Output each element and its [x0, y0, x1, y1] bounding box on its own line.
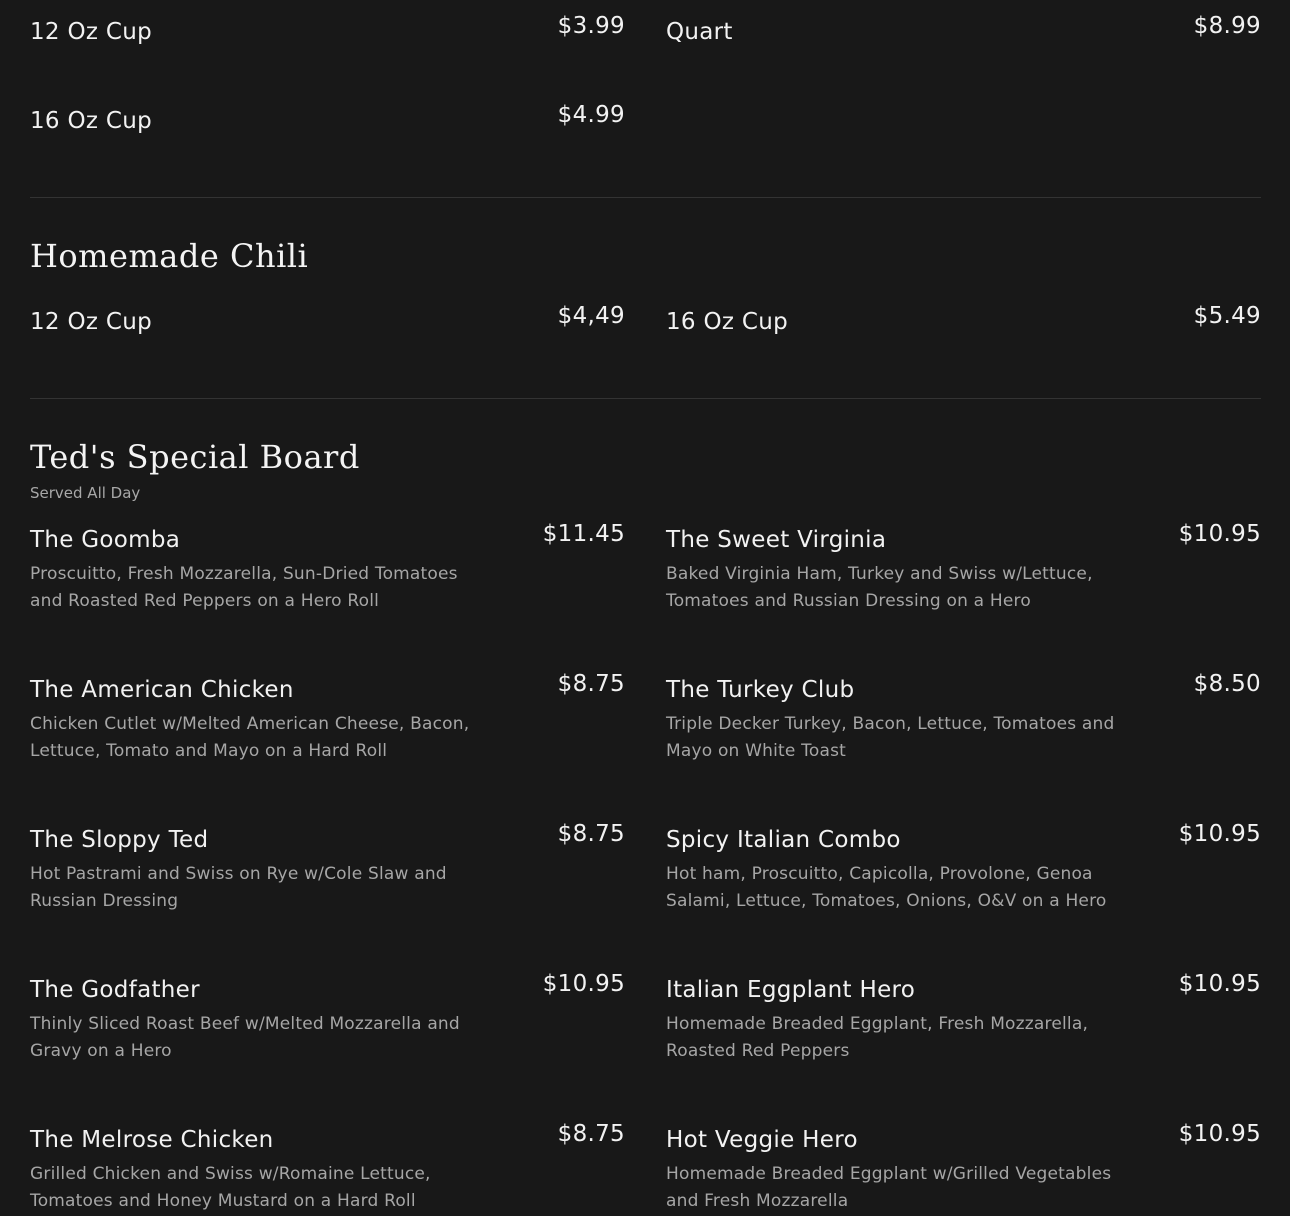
item-description: Grilled Chicken and Swiss w/Romaine Lett… [30, 1164, 431, 1211]
soup-items: 12 Oz Cup $3.99 Quart $8.99 16 Oz Cup $4… [30, 15, 1261, 133]
menu-item: The Godfather $10.95 Thinly Sliced Roast… [30, 973, 625, 1065]
menu-item: Hot Veggie Hero $10.95 Homemade Breaded … [666, 1123, 1261, 1215]
item-description: Triple Decker Turkey, Bacon, Lettuce, To… [666, 714, 1115, 761]
menu-item: 16 Oz Cup $4.99 [30, 104, 625, 133]
item-description: Homemade Breaded Eggplant, Fresh Mozzare… [666, 1014, 1089, 1061]
menu-item: Quart $8.99 [666, 15, 1261, 44]
item-name: The Turkey Club [666, 677, 855, 703]
item-price: $10.95 [1178, 521, 1261, 547]
item-description: Hot ham, Proscuitto, Capicolla, Provolon… [666, 864, 1107, 911]
item-price: $3.99 [557, 13, 625, 39]
item-price: $10.95 [1178, 821, 1261, 847]
item-name: 16 Oz Cup [666, 309, 789, 335]
item-name: The Goomba [30, 527, 181, 553]
item-description: Hot Pastrami and Swiss on Rye w/Cole Sla… [30, 864, 447, 911]
item-price: $10.95 [542, 971, 625, 997]
menu-item: 16 Oz Cup $5.49 [666, 305, 1261, 334]
menu-item: 12 Oz Cup $4,49 [30, 305, 625, 334]
item-name: Hot Veggie Hero [666, 1127, 858, 1153]
menu-item: The American Chicken $8.75 Chicken Cutle… [30, 673, 625, 765]
item-price: $8.75 [557, 1121, 625, 1147]
item-price: $4,49 [557, 303, 625, 329]
section-subtitle: Served All Day [30, 484, 141, 502]
item-name: 12 Oz Cup [30, 19, 153, 45]
soup-section: 12 Oz Cup $3.99 Quart $8.99 16 Oz Cup $4… [30, 0, 1261, 133]
item-name: 16 Oz Cup [30, 108, 153, 134]
menu-item: The Turkey Club $8.50 Triple Decker Turk… [666, 673, 1261, 765]
board-section: Ted's Special Board Served All Day The G… [30, 399, 1261, 1215]
board-items: The Goomba $11.45 Proscuitto, Fresh Mozz… [30, 523, 1261, 1215]
item-price: $10.95 [1178, 971, 1261, 997]
item-description: Homemade Breaded Eggplant w/Grilled Vege… [666, 1164, 1112, 1211]
item-price: $5.49 [1193, 303, 1261, 329]
item-price: $4.99 [557, 102, 625, 128]
item-name: Spicy Italian Combo [666, 827, 901, 853]
item-name: 12 Oz Cup [30, 309, 153, 335]
item-name: The Sloppy Ted [30, 827, 209, 853]
chili-section: Homemade Chili 12 Oz Cup $4,49 16 Oz Cup… [30, 198, 1261, 334]
item-name: Quart [666, 19, 733, 45]
item-description: Baked Virginia Ham, Turkey and Swiss w/L… [666, 564, 1093, 611]
item-description: Proscuitto, Fresh Mozzarella, Sun-Dried … [30, 564, 458, 611]
item-price: $8.99 [1193, 13, 1261, 39]
section-title: Ted's Special Board [30, 438, 360, 476]
item-price: $11.45 [542, 521, 625, 547]
menu-item: The Goomba $11.45 Proscuitto, Fresh Mozz… [30, 523, 625, 615]
menu-item: Spicy Italian Combo $10.95 Hot ham, Pros… [666, 823, 1261, 915]
item-name: The Sweet Virginia [666, 527, 887, 553]
menu-item: The Sweet Virginia $10.95 Baked Virginia… [666, 523, 1261, 615]
item-name: The Melrose Chicken [30, 1127, 274, 1153]
item-price: $8.75 [557, 671, 625, 697]
item-name: The American Chicken [30, 677, 294, 703]
menu-item: The Sloppy Ted $8.75 Hot Pastrami and Sw… [30, 823, 625, 915]
item-description: Thinly Sliced Roast Beef w/Melted Mozzar… [30, 1014, 460, 1061]
menu-item: The Melrose Chicken $8.75 Grilled Chicke… [30, 1123, 625, 1215]
item-name: Italian Eggplant Hero [666, 977, 916, 1003]
item-price: $8.75 [557, 821, 625, 847]
item-price: $10.95 [1178, 1121, 1261, 1147]
item-description: Chicken Cutlet w/Melted American Cheese,… [30, 714, 470, 761]
menu-page: 12 Oz Cup $3.99 Quart $8.99 16 Oz Cup $4… [30, 0, 1261, 1215]
section-title: Homemade Chili [30, 237, 309, 275]
menu-item: 12 Oz Cup $3.99 [30, 15, 625, 44]
chili-items: 12 Oz Cup $4,49 16 Oz Cup $5.49 [30, 305, 1261, 334]
item-name: The Godfather [30, 977, 200, 1003]
menu-item: Italian Eggplant Hero $10.95 Homemade Br… [666, 973, 1261, 1065]
item-price: $8.50 [1193, 671, 1261, 697]
